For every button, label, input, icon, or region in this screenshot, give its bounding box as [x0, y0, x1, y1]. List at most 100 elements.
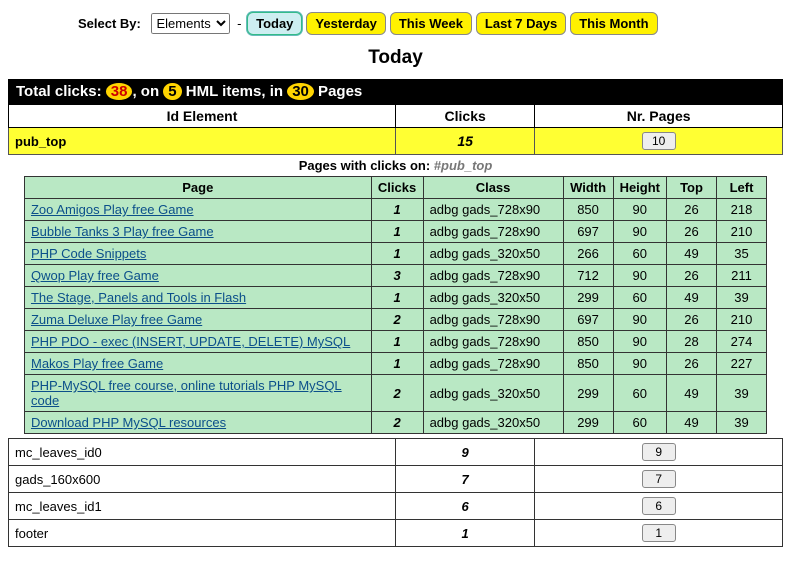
range-button-this-week[interactable]: This Week — [390, 12, 472, 35]
page-class: adbg gads_728x90 — [423, 221, 563, 243]
range-button-last-7-days[interactable]: Last 7 Days — [476, 12, 566, 35]
pages-count-button[interactable]: 6 — [642, 497, 676, 515]
page-height: 90 — [613, 353, 666, 375]
page-top: 49 — [667, 243, 717, 265]
page-class: adbg gads_320x50 — [423, 287, 563, 309]
page-class: adbg gads_728x90 — [423, 331, 563, 353]
page-clicks: 3 — [371, 265, 423, 287]
element-row[interactable]: gads_160x60077 — [9, 466, 783, 493]
page-detail-row: Zuma Deluxe Play free Game2adbg gads_728… — [24, 309, 766, 331]
col-id-header: Id Element — [9, 105, 396, 128]
page-class: adbg gads_320x50 — [423, 375, 563, 412]
pages-count-button[interactable]: 7 — [642, 470, 676, 488]
col-top: Top — [667, 177, 717, 199]
page-link[interactable]: The Stage, Panels and Tools in Flash — [31, 290, 246, 305]
page-link[interactable]: PHP-MySQL free course, online tutorials … — [31, 378, 342, 408]
page-left: 210 — [717, 309, 767, 331]
element-row[interactable]: mc_leaves_id166 — [9, 493, 783, 520]
range-button-today[interactable]: Today — [247, 12, 302, 35]
page-class: adbg gads_320x50 — [423, 412, 563, 434]
page-detail-row: PHP Code Snippets1adbg gads_320x50266604… — [24, 243, 766, 265]
page-left: 39 — [717, 375, 767, 412]
element-row-selected[interactable]: pub_top15 10 — [9, 128, 783, 155]
page-detail-row: PHP PDO - exec (INSERT, UPDATE, DELETE) … — [24, 331, 766, 353]
page-height: 90 — [613, 265, 666, 287]
page-left: 274 — [717, 331, 767, 353]
page-class: adbg gads_728x90 — [423, 309, 563, 331]
col-height: Height — [613, 177, 666, 199]
element-row[interactable]: mc_leaves_id099 — [9, 439, 783, 466]
page-width: 299 — [563, 412, 613, 434]
page-top: 26 — [667, 221, 717, 243]
page-clicks: 1 — [371, 199, 423, 221]
page-height: 60 — [613, 287, 666, 309]
page-height: 90 — [613, 221, 666, 243]
page-link[interactable]: Qwop Play free Game — [31, 268, 159, 283]
page-left: 35 — [717, 243, 767, 265]
page-width: 712 — [563, 265, 613, 287]
page-class: adbg gads_728x90 — [423, 199, 563, 221]
page-detail-row: Zoo Amigos Play free Game 1adbg gads_728x… — [24, 199, 766, 221]
page-height: 90 — [613, 199, 666, 221]
page-link[interactable]: Zoo Amigos Play free Game — [31, 202, 194, 217]
page-title: Today — [8, 47, 783, 69]
page-width: 850 — [563, 331, 613, 353]
element-clicks: 15 — [396, 128, 535, 155]
pages-count-button[interactable]: 9 — [642, 443, 676, 461]
page-link[interactable]: Zuma Deluxe Play free Game — [31, 312, 202, 327]
page-clicks: 1 — [371, 221, 423, 243]
page-left: 218 — [717, 199, 767, 221]
element-id: mc_leaves_id0 — [9, 439, 396, 466]
dash: - — [237, 16, 241, 31]
page-class: adbg gads_728x90 — [423, 265, 563, 287]
page-detail-row: PHP-MySQL free course, online tutorials … — [24, 375, 766, 412]
col-clicks-header: Clicks — [396, 105, 535, 128]
page-top: 26 — [667, 199, 717, 221]
page-left: 210 — [717, 221, 767, 243]
detail-caption: Pages with clicks on: #pub_top — [9, 155, 783, 177]
pages-count-button[interactable]: 1 — [642, 524, 676, 542]
page-link[interactable]: Makos Play free Game — [31, 356, 163, 371]
page-top: 26 — [667, 265, 717, 287]
page-top: 49 — [667, 375, 717, 412]
page-height: 90 — [613, 331, 666, 353]
element-id: footer — [9, 520, 396, 547]
page-detail-row: Makos Play free Game1adbg gads_728x90850… — [24, 353, 766, 375]
page-top: 49 — [667, 287, 717, 309]
filter-bar: Select By: Elements - TodayYesterdayThis… — [8, 8, 783, 43]
range-button-this-month[interactable]: This Month — [570, 12, 657, 35]
elements-table: Id Element Clicks Nr. Pages pub_top1510P… — [8, 104, 783, 547]
total-items: 5 — [163, 83, 181, 100]
element-clicks: 6 — [396, 493, 535, 520]
page-width: 697 — [563, 221, 613, 243]
page-height: 60 — [613, 243, 666, 265]
page-height: 60 — [613, 375, 666, 412]
element-id: pub_top — [9, 128, 396, 155]
page-top: 26 — [667, 353, 717, 375]
element-id: gads_160x600 — [9, 466, 396, 493]
col-class: Class — [423, 177, 563, 199]
pages-count-button[interactable]: 10 — [642, 132, 676, 150]
select-by-label: Select By: — [78, 16, 141, 31]
col-page: Page — [24, 177, 371, 199]
select-by-dropdown[interactable]: Elements — [151, 13, 230, 34]
page-width: 850 — [563, 199, 613, 221]
col-left: Left — [717, 177, 767, 199]
pages-detail-table: PageClicksClassWidthHeightTopLeftZoo Ami… — [24, 176, 767, 434]
page-width: 850 — [563, 353, 613, 375]
page-link[interactable]: Download PHP MySQL resources — [31, 415, 226, 430]
page-link[interactable]: PHP PDO - exec (INSERT, UPDATE, DELETE) … — [31, 334, 350, 349]
col-width: Width — [563, 177, 613, 199]
total-clicks: 38 — [106, 83, 133, 100]
range-button-yesterday[interactable]: Yesterday — [306, 12, 385, 35]
page-clicks: 2 — [371, 375, 423, 412]
page-class: adbg gads_320x50 — [423, 243, 563, 265]
page-width: 697 — [563, 309, 613, 331]
page-top: 26 — [667, 309, 717, 331]
page-detail-row: Qwop Play free Game 3adbg gads_728x907129… — [24, 265, 766, 287]
page-link[interactable]: PHP Code Snippets — [31, 246, 146, 261]
page-clicks: 1 — [371, 287, 423, 309]
page-link[interactable]: Bubble Tanks 3 Play free Game — [31, 224, 214, 239]
element-clicks: 9 — [396, 439, 535, 466]
element-row[interactable]: footer11 — [9, 520, 783, 547]
